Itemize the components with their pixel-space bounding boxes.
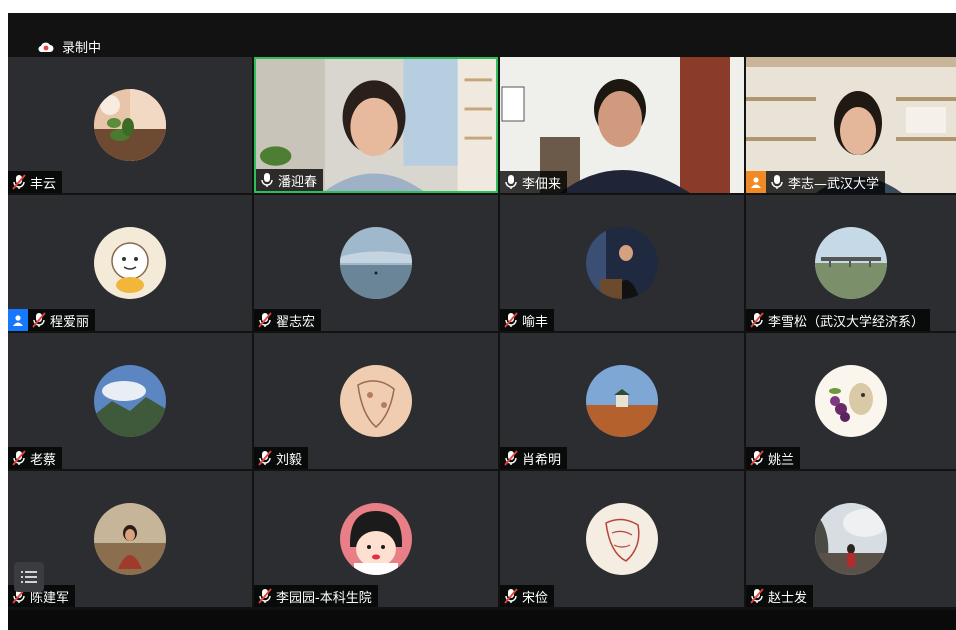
participant-name: 喻丰 <box>522 314 549 330</box>
participant-tile[interactable]: 姚兰 <box>746 333 956 469</box>
participant-name: 宋俭 <box>522 590 549 606</box>
recording-label: 录制中 <box>62 41 102 56</box>
muted-mic-icon <box>258 588 272 604</box>
participant-name-label: 程爱丽 <box>8 309 96 331</box>
muted-mic-icon <box>750 588 764 604</box>
muted-mic-icon <box>12 174 26 190</box>
participant-tile[interactable]: 李佃来 <box>500 57 744 193</box>
participant-name-label: 喻丰 <box>500 309 555 331</box>
participant-name-label: 肖希明 <box>500 447 568 469</box>
participant-tile[interactable]: 李雪松（武汉大学经济系） <box>746 195 956 331</box>
participant-name-label: 翟志宏 <box>254 309 322 331</box>
mic-icon <box>504 174 518 190</box>
participant-tile[interactable]: 赵士发 <box>746 471 956 607</box>
avatar <box>340 227 412 299</box>
meeting-window: 录制中 丰云 潘迎春 李佃来 李志—武汉大学 程爱丽 翟志宏 喻丰 李雪松（武汉… <box>8 13 956 630</box>
participant-tile[interactable]: 喻丰 <box>500 195 744 331</box>
participant-tile[interactable]: 程爱丽 <box>8 195 252 331</box>
avatar <box>586 503 658 575</box>
video-grid: 丰云 潘迎春 李佃来 李志—武汉大学 程爱丽 翟志宏 喻丰 李雪松（武汉大学经济… <box>8 57 956 610</box>
participant-name: 翟志宏 <box>276 314 316 330</box>
avatar <box>815 227 887 299</box>
participant-name-label: 李佃来 <box>500 171 568 193</box>
mic-icon <box>260 172 274 188</box>
avatar <box>815 365 887 437</box>
participant-name-label: 潘迎春 <box>256 169 324 191</box>
avatar <box>340 365 412 437</box>
avatar <box>586 365 658 437</box>
participant-name: 潘迎春 <box>278 174 318 190</box>
muted-mic-icon <box>258 450 272 466</box>
list-icon <box>21 568 37 587</box>
avatar <box>340 503 412 575</box>
participant-tile[interactable]: 翟志宏 <box>254 195 498 331</box>
avatar <box>94 227 166 299</box>
participant-name-label: 李志—武汉大学 <box>746 171 886 193</box>
participant-name-label: 姚兰 <box>746 447 801 469</box>
participant-name: 姚兰 <box>768 452 795 468</box>
participant-name: 老蔡 <box>30 452 57 468</box>
top-bar: 录制中 <box>8 13 956 57</box>
participant-name-label: 刘毅 <box>254 447 309 469</box>
bottom-bar <box>8 610 956 630</box>
muted-mic-icon <box>32 312 46 328</box>
participant-tile[interactable]: 陈建军 <box>8 471 252 607</box>
host-badge-icon <box>746 171 766 193</box>
participant-name: 肖希明 <box>522 452 562 468</box>
participant-tile[interactable]: 老蔡 <box>8 333 252 469</box>
participant-tile[interactable]: 宋俭 <box>500 471 744 607</box>
recording-indicator[interactable]: 录制中 <box>38 37 101 56</box>
participant-tile[interactable]: 李志—武汉大学 <box>746 57 956 193</box>
mic-icon <box>770 174 784 190</box>
cloud-record-icon <box>38 41 54 53</box>
participant-name-label: 宋俭 <box>500 585 555 607</box>
participant-tile[interactable]: 肖希明 <box>500 333 744 469</box>
participant-name-label: 李园园-本科生院 <box>254 585 378 607</box>
participant-name: 程爱丽 <box>50 314 90 330</box>
muted-mic-icon <box>258 312 272 328</box>
muted-mic-icon <box>12 450 26 466</box>
avatar <box>815 503 887 575</box>
participant-name-label: 丰云 <box>8 171 63 193</box>
participant-name: 李园园-本科生院 <box>276 590 372 606</box>
participant-badge-icon <box>8 309 28 331</box>
avatar <box>94 365 166 437</box>
participant-name: 李志—武汉大学 <box>788 176 880 192</box>
participant-name: 丰云 <box>30 176 57 192</box>
participant-name: 刘毅 <box>276 452 303 468</box>
participant-tile-speaking[interactable]: 潘迎春 <box>254 57 498 193</box>
avatar <box>94 89 166 161</box>
participant-list-button[interactable] <box>14 562 44 592</box>
muted-mic-icon <box>504 450 518 466</box>
avatar <box>586 227 658 299</box>
participant-tile[interactable]: 丰云 <box>8 57 252 193</box>
muted-mic-icon <box>504 312 518 328</box>
participant-tile[interactable]: 李园园-本科生院 <box>254 471 498 607</box>
muted-mic-icon <box>504 588 518 604</box>
participant-name-label: 赵士发 <box>746 585 814 607</box>
participant-name-label: 老蔡 <box>8 447 63 469</box>
avatar <box>94 503 166 575</box>
participant-name: 李雪松（武汉大学经济系） <box>768 314 925 330</box>
participant-name: 李佃来 <box>522 176 562 192</box>
participant-tile[interactable]: 刘毅 <box>254 333 498 469</box>
muted-mic-icon <box>750 450 764 466</box>
participant-name: 赵士发 <box>768 590 808 606</box>
muted-mic-icon <box>750 312 764 328</box>
participant-name-label: 李雪松（武汉大学经济系） <box>746 309 931 331</box>
